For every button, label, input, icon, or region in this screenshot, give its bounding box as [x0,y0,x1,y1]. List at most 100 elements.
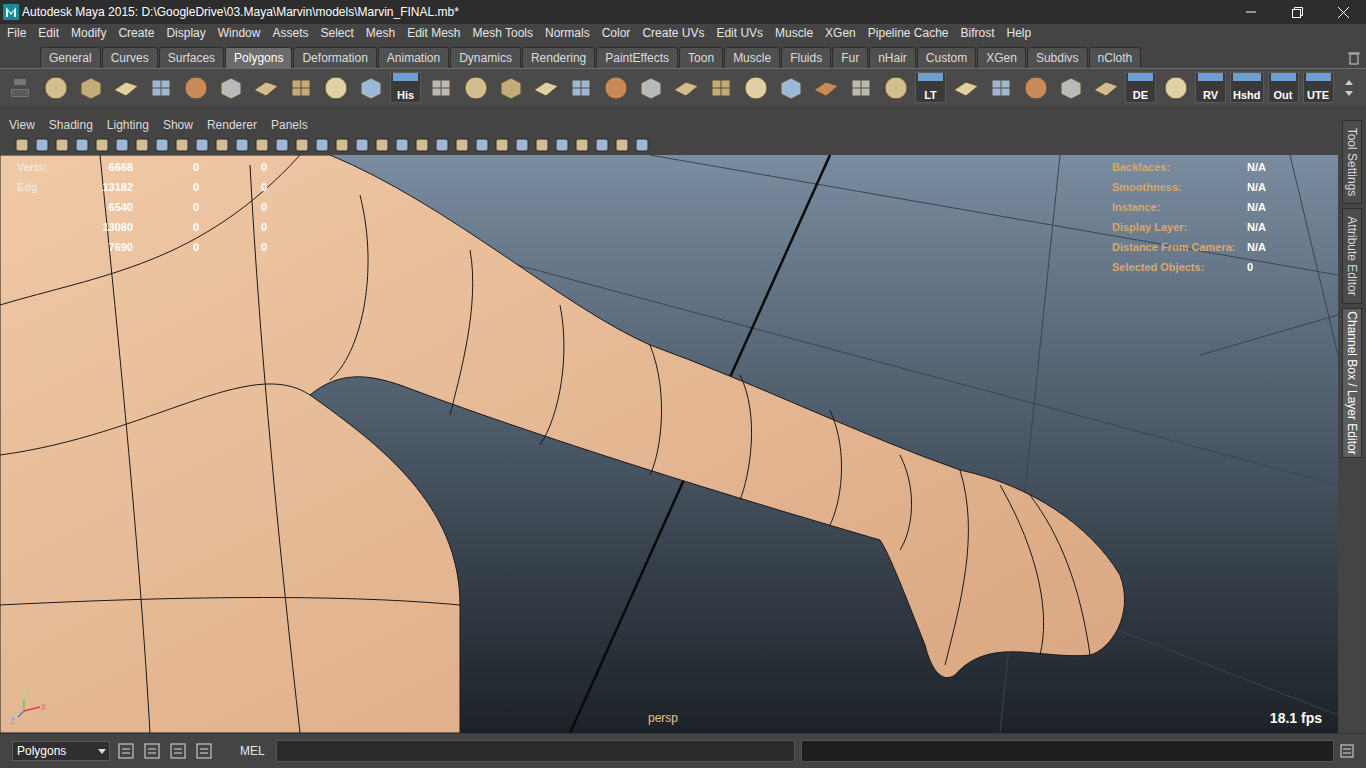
panel-menu-item[interactable]: Panels [271,116,308,134]
panel-tool-icon[interactable] [54,137,70,153]
shelf-button[interactable]: Hshd [1230,72,1264,103]
shelf-button[interactable] [215,72,246,103]
menu-item[interactable]: Window [218,24,261,42]
panel-tool-icon[interactable] [474,137,490,153]
shelf-button[interactable] [600,72,631,103]
menu-item[interactable]: Edit UVs [716,24,763,42]
shelf-tab[interactable]: PaintEffects [596,47,678,68]
shelf-button[interactable] [355,72,386,103]
shelf-tab[interactable]: Fluids [781,47,831,68]
shelf-button[interactable] [75,72,106,103]
shelf-button[interactable] [285,72,316,103]
menu-item[interactable]: Assets [272,24,308,42]
shelf-tab[interactable]: Toon [679,47,723,68]
shelf-scrollbar[interactable] [1342,69,1356,106]
shelf-button[interactable] [425,72,456,103]
shelf-button[interactable] [1090,72,1121,103]
panel-tool-icon[interactable] [594,137,610,153]
shelf-tab[interactable]: Fur [832,47,868,68]
panel-menu-item[interactable]: Renderer [207,116,257,134]
shelf-button[interactable]: UTE [1303,72,1334,103]
panel-tool-icon[interactable] [514,137,530,153]
panel-tool-icon[interactable] [174,137,190,153]
panel-tool-icon[interactable] [34,137,50,153]
shelf-button[interactable] [635,72,666,103]
menu-item[interactable]: Modify [71,24,106,42]
restore-button[interactable] [1274,0,1320,24]
side-tab[interactable]: Tool Settings [1342,120,1362,204]
menu-item[interactable]: Display [166,24,205,42]
panel-tool-icon[interactable] [234,137,250,153]
shelf-button[interactable] [110,72,141,103]
panel-tool-icon[interactable] [534,137,550,153]
menu-item[interactable]: XGen [825,24,856,42]
menu-item[interactable]: Normals [545,24,590,42]
shelf-button[interactable] [880,72,911,103]
shelf-button[interactable] [565,72,596,103]
shelf-tab[interactable]: XGen [977,47,1026,68]
command-input[interactable] [276,740,795,762]
shelf-button[interactable] [845,72,876,103]
shelf-tab[interactable]: nCloth [1089,47,1142,68]
side-tab[interactable]: Attribute Editor [1342,208,1362,304]
shelf-button[interactable] [1160,72,1191,103]
script-language-label[interactable]: MEL [240,742,270,760]
panel-tool-icon[interactable] [454,137,470,153]
viewport[interactable]: Verts:666800Edg1318200654000130800076900… [0,155,1338,733]
shelf-button[interactable] [460,72,491,103]
shelf-button[interactable] [495,72,526,103]
panel-tool-icon[interactable] [134,137,150,153]
shelf-button[interactable] [145,72,176,103]
shelf-button[interactable] [775,72,806,103]
shelf-tab[interactable]: nHair [869,47,916,68]
panel-tool-icon[interactable] [494,137,510,153]
shelf-tab[interactable]: Subdivs [1027,47,1088,68]
shelf-button[interactable]: Out [1268,72,1299,103]
menu-item[interactable]: Mesh [366,24,395,42]
menu-item[interactable]: Select [320,24,353,42]
script-editor-icon[interactable] [1340,744,1354,758]
panel-tool-icon[interactable] [554,137,570,153]
panel-menu-item[interactable]: View [9,116,35,134]
shelf-button[interactable]: His [390,72,421,103]
shelf-button[interactable] [670,72,701,103]
panel-tool-icon[interactable] [214,137,230,153]
menu-item[interactable]: Muscle [775,24,813,42]
shelf-button[interactable] [810,72,841,103]
menu-item[interactable]: Create [118,24,154,42]
shelf-button[interactable] [180,72,211,103]
panel-tool-icon[interactable] [254,137,270,153]
shelf-tab[interactable]: Curves [102,47,158,68]
shelf-tab[interactable]: Rendering [522,47,595,68]
mode-dropdown[interactable]: Polygons [12,741,110,761]
shelf-tab[interactable]: Deformation [293,47,376,68]
menu-item[interactable]: Mesh Tools [473,24,533,42]
shelf-button[interactable] [1020,72,1051,103]
trash-icon[interactable] [1348,51,1360,65]
panel-tool-icon[interactable] [394,137,410,153]
minimize-button[interactable] [1228,0,1274,24]
shelf-tab[interactable]: Animation [378,47,449,68]
panel-tool-icon[interactable] [274,137,290,153]
panel-tool-icon[interactable] [574,137,590,153]
shelf-tab[interactable]: Surfaces [159,47,224,68]
shelf-button[interactable] [985,72,1016,103]
shelf-button[interactable] [320,72,351,103]
panel-tool-icon[interactable] [434,137,450,153]
panel-tool-icon[interactable] [154,137,170,153]
panel-tool-icon[interactable] [354,137,370,153]
shelf-button[interactable] [250,72,281,103]
shelf-button[interactable] [1055,72,1086,103]
menu-item[interactable]: Color [602,24,631,42]
panel-menu-item[interactable]: Shading [49,116,93,134]
panel-tool-icon[interactable] [294,137,310,153]
shelf-button[interactable] [705,72,736,103]
shelf-tab[interactable]: General [40,47,101,68]
status-icon[interactable] [142,741,162,761]
shelf-button[interactable]: LT [915,72,946,103]
status-icon[interactable] [116,741,136,761]
menu-item[interactable]: Create UVs [642,24,704,42]
status-icon[interactable] [168,741,188,761]
panel-tool-icon[interactable] [614,137,630,153]
close-button[interactable] [1320,0,1366,24]
